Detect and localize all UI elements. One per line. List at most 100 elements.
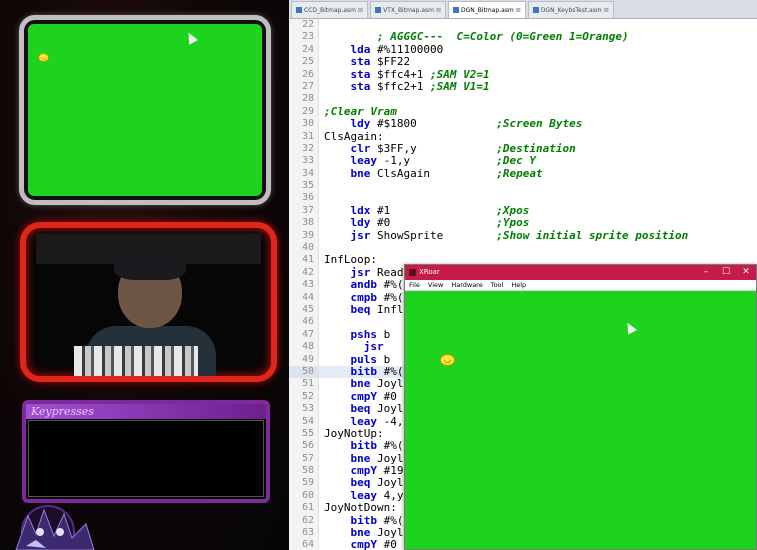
tab-label: DGN_Bitmap.asm — [461, 6, 514, 14]
code-line[interactable]: 34 bne ClsAgain ;Repeat — [289, 166, 757, 181]
line-number: 40 — [289, 242, 319, 255]
line-number: 55 — [289, 427, 319, 441]
line-number: 63 — [289, 527, 319, 540]
code-line[interactable]: 35 — [289, 180, 757, 193]
line-number: 60 — [289, 489, 319, 503]
line-number: 34 — [289, 167, 319, 181]
menu-file[interactable]: File — [409, 280, 420, 290]
menu-view[interactable]: View — [428, 280, 443, 290]
mascot-art-icon — [15, 505, 95, 550]
line-number: 39 — [289, 229, 319, 243]
mouse-cursor-icon — [623, 320, 637, 335]
line-number: 27 — [289, 80, 319, 94]
line-number: 30 — [289, 118, 319, 131]
minimize-button[interactable]: – — [696, 265, 716, 280]
tab-label: VTX_Bitmap.asm — [383, 6, 434, 14]
editor-tabbar: CCD_Bitmap.asm ⊠ VTX_Bitmap.asm ⊠ DGN_Bitmap… — [289, 0, 757, 19]
line-number: 32 — [289, 142, 319, 156]
line-number: 53 — [289, 403, 319, 416]
tab-0[interactable]: CCD_Bitmap.asm ⊠ — [291, 1, 369, 19]
line-number: 31 — [289, 130, 319, 143]
line-number: 46 — [289, 316, 319, 329]
code-line[interactable]: 27 sta $ffc2+1 ;SAM V1=1 — [289, 79, 757, 94]
line-number: 56 — [289, 440, 319, 453]
xroar-emulator-screen[interactable]: ◡ — [405, 291, 756, 549]
line-number: 48 — [289, 341, 319, 354]
line-number: 33 — [289, 155, 319, 168]
line-number: 45 — [289, 303, 319, 317]
close-tab-icon[interactable]: ⊠ — [436, 2, 441, 19]
webcam-shirt-print — [74, 346, 198, 376]
line-number: 24 — [289, 43, 319, 57]
xroar-menubar: File View Hardware Tool Help — [405, 280, 756, 291]
file-icon — [532, 7, 539, 13]
line-number: 22 — [289, 19, 319, 32]
line-number: 50 — [289, 365, 319, 379]
line-number: 37 — [289, 204, 319, 218]
file-icon — [375, 7, 382, 13]
line-number: 47 — [289, 328, 319, 342]
line-number: 44 — [289, 291, 319, 304]
line-number: 35 — [289, 180, 319, 193]
tab-label: CCD_Bitmap.asm — [304, 6, 357, 14]
code-text: jsr ShowSprite ;Show initial sprite posi… — [350, 228, 689, 242]
line-number: 26 — [289, 68, 319, 81]
menu-help[interactable]: Help — [511, 280, 526, 290]
line-number: 59 — [289, 477, 319, 490]
file-icon — [453, 7, 459, 13]
tab-1[interactable]: VTX_Bitmap.asm ⊠ — [370, 1, 446, 18]
xroar-window[interactable]: XRoar – ☐ ✕ File View Hardware Tool Help… — [404, 264, 757, 550]
close-tab-icon[interactable]: ⊠ — [604, 2, 609, 19]
file-icon — [296, 7, 302, 13]
close-tab-icon[interactable]: ⊠ — [358, 2, 363, 19]
line-number: 54 — [289, 415, 319, 428]
close-button[interactable]: ✕ — [736, 265, 756, 280]
line-number: 58 — [289, 465, 319, 478]
line-number: 57 — [289, 452, 319, 466]
code-text: beq Infl — [350, 302, 404, 316]
mouse-cursor-icon — [184, 30, 198, 45]
line-number: 23 — [289, 31, 319, 44]
line-number: 36 — [289, 192, 319, 205]
code-text: cmpY #0 — [350, 538, 397, 550]
line-number: 25 — [289, 56, 319, 69]
close-tab-icon[interactable]: ⊠ — [516, 2, 521, 19]
line-number: 43 — [289, 279, 319, 292]
tab-3[interactable]: DGN_KeybsTest.asm ⊠ — [527, 1, 614, 19]
keypresses-body — [28, 420, 264, 497]
webcam-person-hair — [114, 246, 186, 280]
line-number: 29 — [289, 105, 319, 119]
xroar-titlebar[interactable]: XRoar – ☐ ✕ — [405, 265, 756, 280]
smiley-sprite-icon: ◡ — [440, 354, 455, 366]
keypresses-panel: Keypresses — [22, 400, 270, 503]
menu-tool[interactable]: Tool — [491, 280, 504, 290]
xroar-app-icon — [409, 269, 416, 276]
smiley-sprite-icon: ◡ — [38, 53, 49, 62]
tab-2[interactable]: DGN_Bitmap.asm ⊠ — [448, 1, 526, 18]
webcam-frame — [20, 222, 277, 382]
code-text: bne ClsAgain ;Repeat — [350, 166, 543, 180]
line-number: 41 — [289, 254, 319, 267]
line-number: 52 — [289, 390, 319, 404]
line-number: 42 — [289, 266, 319, 280]
menu-hardware[interactable]: Hardware — [451, 280, 482, 290]
tab-label: DGN_KeybsTest.asm — [540, 6, 602, 14]
line-number: 28 — [289, 93, 319, 106]
line-number: 51 — [289, 378, 319, 391]
code-line[interactable]: 30 ldy #$1800 ;Screen Bytes — [289, 117, 757, 131]
maximize-button[interactable]: ☐ — [716, 265, 736, 280]
xroar-title: XRoar — [419, 268, 440, 276]
code-text: sta $ffc2+1 ;SAM V1=1 — [350, 79, 490, 93]
line-number: 61 — [289, 502, 319, 515]
keypresses-title: Keypresses — [26, 404, 266, 419]
code-text: ldy #$1800 ;Screen Bytes — [350, 117, 583, 131]
line-number: 64 — [289, 539, 319, 550]
line-number: 38 — [289, 217, 319, 230]
emulator-preview-screen: ◡ — [28, 24, 262, 196]
emulator-preview-frame: ◡ — [19, 15, 271, 205]
stream-overlay: ◡ Keypresses — [0, 0, 289, 550]
code-line[interactable]: 39 jsr ShowSprite ;Show initial sprite p… — [289, 228, 757, 243]
